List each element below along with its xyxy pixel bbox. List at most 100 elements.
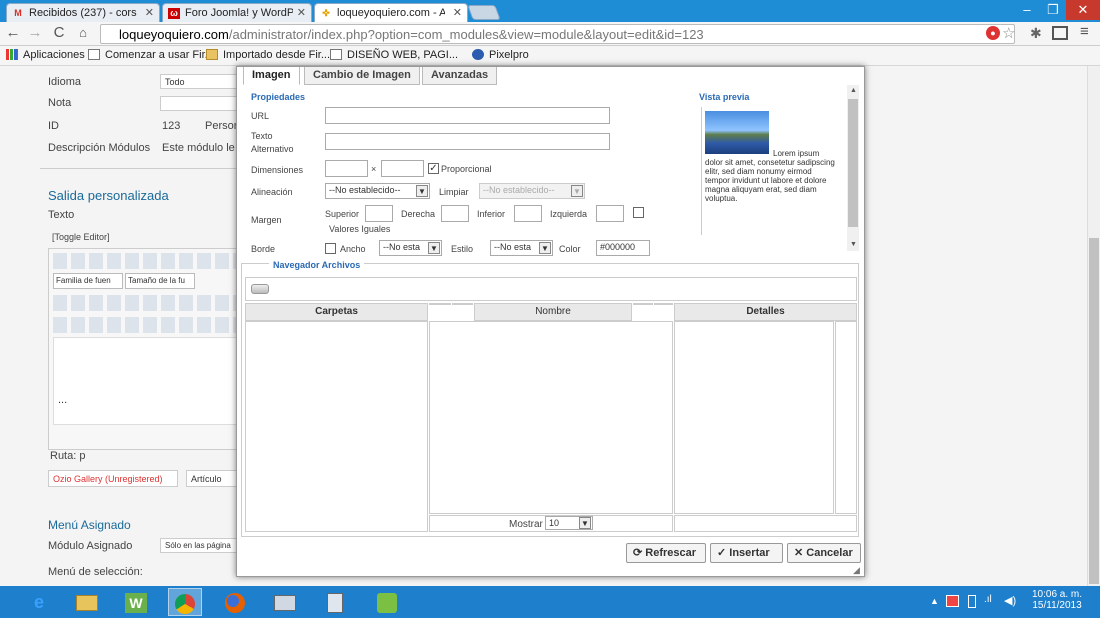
color-input[interactable]: #000000 [596,240,650,256]
date-column-header[interactable] [654,303,673,305]
nota-input[interactable] [160,96,240,111]
refrescar-button[interactable]: ⟳ Refrescar [626,543,706,563]
close-icon[interactable]: ✕ [453,6,462,19]
folders-panel[interactable] [245,321,428,532]
editor-content[interactable]: ... [53,337,237,425]
pixelpro-icon [472,49,484,60]
properties-scrollbar-thumb[interactable] [848,99,858,227]
new-tab-button[interactable] [467,5,501,20]
width-input[interactable] [325,160,368,177]
tab-loqueyoquiero[interactable]: ✜ loqueyoquiero.com - Adm ✕ [314,3,468,22]
files-panel[interactable] [429,321,673,514]
limpiar-select[interactable]: --No establecido-- ▼ [479,183,585,199]
ancho-select[interactable]: --No esta ▼ [379,240,442,256]
close-icon[interactable]: ✕ [297,6,306,19]
tab-title: Foro Joomla! y WordPress [185,7,293,19]
signal-icon[interactable]: .ıl [984,594,992,605]
back-icon[interactable]: ← [4,24,22,42]
calculator-icon[interactable] [318,588,352,616]
margin-top-input[interactable] [365,205,393,222]
extension-icon[interactable]: ● [986,26,1000,40]
clock[interactable]: 10:06 a. m. 15/11/2013 [1030,589,1084,611]
bookmark-importado[interactable]: Importado desde Fir... [206,49,330,61]
refresh-icon: ⟳ [633,547,643,559]
minimize-icon[interactable]: – [1014,0,1040,20]
bookmark-aplicaciones[interactable]: Aplicaciones [6,49,85,61]
tab-gmail[interactable]: M Recibidos (237) - corsiscom ✕ [6,3,160,22]
size-column-header[interactable] [633,303,653,305]
flag-icon[interactable] [946,595,959,607]
window-close-icon[interactable]: ✕ [1066,0,1100,20]
extensions-puzzle-icon[interactable]: ✱ [1030,25,1042,42]
explorer-icon[interactable] [70,588,104,616]
wamp-icon[interactable]: W [119,588,153,616]
valores-iguales-checkbox[interactable] [633,207,644,218]
bookmark-label: Comenzar a usar Fir... [105,49,214,61]
type-column-header[interactable] [452,303,473,305]
bookmark-comenzar[interactable]: Comenzar a usar Fir... [88,49,214,61]
menu-icon[interactable]: ≡ [1080,23,1089,40]
modulo-asignado-select[interactable]: Sólo en las página [160,538,240,553]
home-icon[interactable]: ⌂ [74,24,92,42]
gmail-icon: M [14,8,22,18]
address-bar[interactable]: loqueyoquiero.com/administrator/index.ph… [100,24,1015,44]
network-icon[interactable] [268,588,302,616]
insertar-button[interactable]: ✓ Insertar [710,543,783,563]
margin-left-input[interactable] [596,205,624,222]
firefox-icon[interactable] [218,588,252,616]
nombre-header[interactable]: Nombre [474,303,632,321]
alineacion-select[interactable]: --No establecido-- ▼ [325,183,430,199]
page-scrollbar-thumb[interactable] [1089,238,1099,584]
chrome-icon[interactable] [168,588,202,616]
restore-icon[interactable]: ❐ [1040,0,1066,20]
ie-icon[interactable]: e [22,588,56,616]
drive-icon[interactable] [251,284,269,294]
volume-icon[interactable]: ◀) [1004,594,1016,607]
url-input[interactable] [325,107,610,124]
cancelar-button[interactable]: ✕ Cancelar [787,543,861,563]
font-family-value: Familia de fuen [56,276,111,285]
idioma-select[interactable]: Todo [160,74,240,89]
reload-icon[interactable]: C [50,24,68,42]
borde-checkbox[interactable] [325,243,336,254]
toggle-editor-link[interactable]: [Toggle Editor] [52,232,110,242]
cast-icon[interactable] [1052,26,1068,40]
modulo-asignado-value: Sólo en las página [165,541,231,550]
margin-bottom-input[interactable] [514,205,542,222]
site-icon: ✜ [322,8,330,18]
editor-toolbar-row-3 [53,317,237,333]
show-hidden-icons[interactable]: ▲ [930,596,939,606]
file-browser-toolbar [245,277,857,301]
scroll-down-icon[interactable]: ▼ [850,241,857,248]
texto-alternativo-input[interactable] [325,133,610,150]
editor-area[interactable]: Familia de fuen Tamaño de la fu ... [48,248,240,450]
ozio-gallery-button[interactable]: Ozio Gallery (Unregistered) [48,470,178,487]
battery-icon[interactable] [968,595,976,608]
tab-imagen[interactable]: Imagen [243,67,300,85]
checkbox-column-header[interactable] [429,303,451,305]
ancho-value: --No esta [383,242,421,252]
bookmark-pixelpro[interactable]: Pixelpro [472,49,529,61]
font-family-select[interactable]: Familia de fuen [53,273,123,289]
divider [40,168,240,169]
bookmark-diseno-web[interactable]: DISEÑO WEB, PAGI... [330,49,458,61]
estilo-select[interactable]: --No esta ▼ [490,240,553,256]
notepad-icon[interactable] [370,588,404,616]
bookmark-label: Pixelpro [489,49,529,61]
folder-icon [206,49,218,60]
resize-handle-icon[interactable]: ◢ [853,565,860,576]
margin-right-input[interactable] [441,205,469,222]
chevron-down-icon: ▼ [579,517,591,529]
tab-avanzadas[interactable]: Avanzadas [422,67,498,85]
height-input[interactable] [381,160,424,177]
tab-joomla-forum[interactable]: ω Foro Joomla! y WordPress ✕ [162,3,312,22]
scroll-up-icon[interactable]: ▲ [850,87,857,94]
bookmark-star-icon[interactable]: ☆ [1002,24,1015,42]
font-size-select[interactable]: Tamaño de la fu [125,273,195,289]
articulo-button[interactable]: Artículo [186,470,240,487]
forward-icon[interactable]: → [26,24,44,42]
mostrar-select[interactable]: 10 ▼ [545,516,593,530]
tab-cambio-imagen[interactable]: Cambio de Imagen [304,67,420,85]
proporcional-checkbox[interactable]: ✓ [428,163,439,174]
close-icon[interactable]: ✕ [145,6,154,19]
